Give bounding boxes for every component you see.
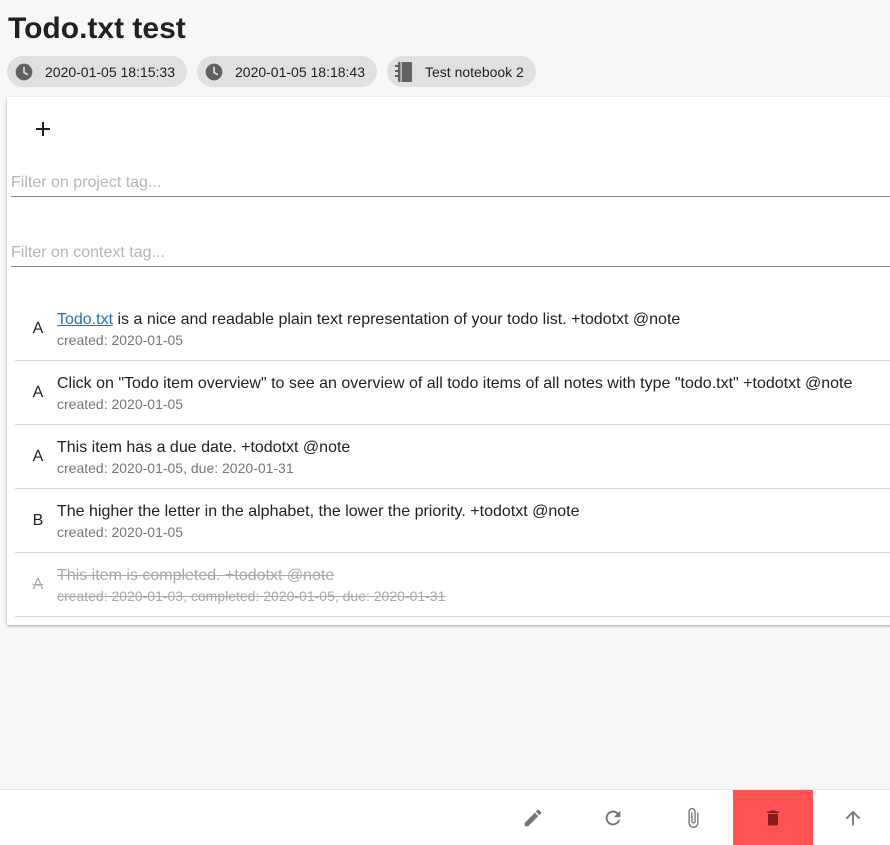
arrow-up-icon — [845, 810, 861, 826]
notebook-icon — [393, 61, 415, 83]
created-date-label: 2020-01-05 18:15:33 — [45, 63, 175, 80]
todo-text: The higher the letter in the alphabet, t… — [57, 503, 580, 520]
todo-text: Click on "Todo item overview" to see an … — [57, 375, 853, 392]
delete-button[interactable] — [733, 790, 813, 845]
todo-text: Todo.txt is a nice and readable plain te… — [57, 311, 680, 329]
context-filter-input[interactable] — [11, 239, 890, 267]
edit-button[interactable] — [493, 790, 573, 845]
todo-text: This item is completed. +todotxt @note — [57, 567, 335, 584]
todotxt-link[interactable]: Todo.txt — [57, 311, 113, 328]
refresh-button[interactable] — [573, 790, 653, 845]
pencil-icon — [524, 809, 542, 827]
bottom-toolbar — [0, 789, 890, 845]
page-title: Todo.txt test — [8, 12, 186, 45]
todo-meta: created: 2020-01-05 — [57, 396, 184, 412]
refresh-icon — [605, 810, 621, 826]
todo-priority: A — [32, 448, 44, 465]
todo-meta: created: 2020-01-05 — [57, 332, 184, 348]
todo-priority: A — [32, 320, 44, 337]
clock-icon — [13, 61, 35, 83]
scroll-top-button[interactable] — [813, 790, 890, 845]
todo-text-rest: is a nice and readable plain text repres… — [113, 311, 681, 328]
attach-button[interactable] — [653, 790, 733, 845]
trash-icon — [767, 810, 779, 826]
todo-item[interactable]: A Click on "Todo item overview" to see a… — [15, 361, 890, 425]
todo-priority: A — [32, 576, 44, 593]
todo-meta: created: 2020-01-05, due: 2020-01-31 — [57, 460, 294, 476]
project-filter-input[interactable] — [11, 169, 890, 197]
clock-icon — [203, 61, 225, 83]
todo-priority: B — [32, 512, 44, 529]
todo-list: A Todo.txt is a nice and readable plain … — [15, 297, 890, 617]
updated-date-chip[interactable]: 2020-01-05 18:18:43 — [197, 56, 377, 87]
created-date-chip[interactable]: 2020-01-05 18:15:33 — [7, 56, 187, 87]
todo-meta: created: 2020-01-03, completed: 2020-01-… — [57, 588, 446, 604]
todo-item[interactable]: A Todo.txt is a nice and readable plain … — [15, 297, 890, 361]
plus-icon — [36, 122, 50, 136]
todo-text: This item has a due date. +todotxt @note — [57, 439, 351, 456]
note-info-chips: 2020-01-05 18:15:33 2020-01-05 18:18:43 … — [7, 56, 536, 87]
todo-priority: A — [32, 384, 44, 401]
todo-meta: created: 2020-01-05 — [57, 524, 184, 540]
todo-item[interactable]: A This item has a due date. +todotxt @no… — [15, 425, 890, 489]
todo-item[interactable]: B The higher the letter in the alphabet,… — [15, 489, 890, 553]
paperclip-icon — [688, 807, 699, 829]
todo-panel: A Todo.txt is a nice and readable plain … — [7, 97, 890, 625]
todo-item-completed[interactable]: A This item is completed. +todotxt @note… — [15, 553, 890, 617]
updated-date-label: 2020-01-05 18:18:43 — [235, 63, 365, 80]
notebook-chip[interactable]: Test notebook 2 — [387, 56, 536, 87]
add-todo-button[interactable] — [28, 114, 58, 144]
notebook-label: Test notebook 2 — [425, 63, 524, 80]
